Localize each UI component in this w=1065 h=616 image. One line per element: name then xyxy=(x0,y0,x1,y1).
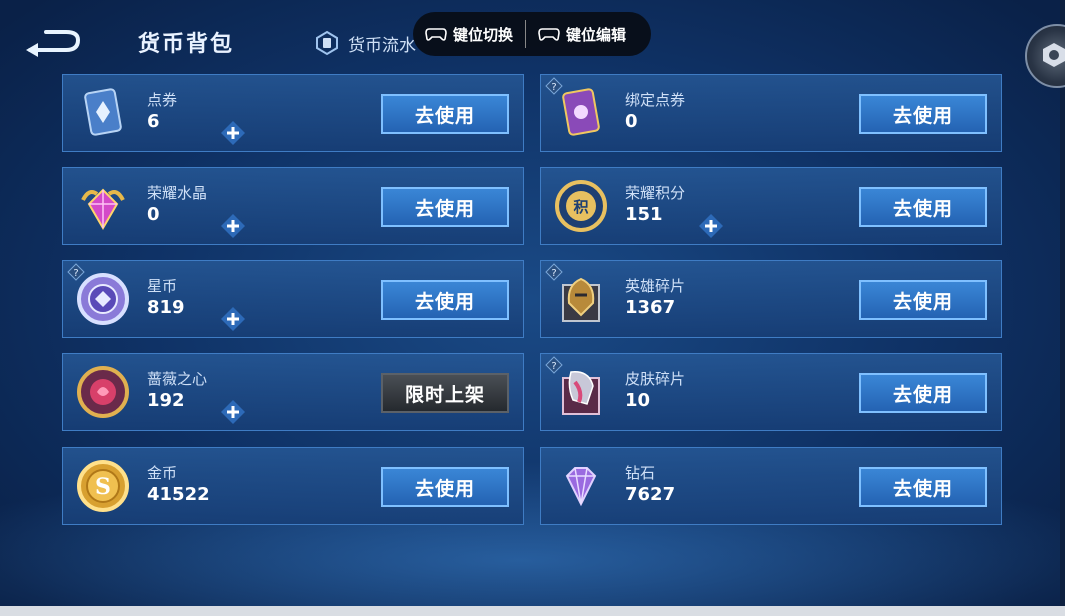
currency-name: 钻石 xyxy=(625,464,656,482)
currency-card-diamond: 钻石 7627 去使用 xyxy=(540,447,1002,525)
plus-icon[interactable] xyxy=(698,213,724,239)
gamepad-icon xyxy=(425,28,447,41)
currency-card-skin-shard: ? 皮肤碎片 10 去使用 xyxy=(540,353,1002,431)
use-button[interactable]: 去使用 xyxy=(859,187,987,227)
crystal-icon xyxy=(81,188,125,230)
keymap-switch-label: 键位切换 xyxy=(453,25,514,44)
svg-text:积: 积 xyxy=(573,198,588,216)
plus-icon[interactable] xyxy=(220,399,246,425)
use-button[interactable]: 去使用 xyxy=(381,187,509,227)
right-edge xyxy=(1060,0,1065,606)
hexagon-icon xyxy=(1043,43,1065,67)
currency-card-glory-crystal: 荣耀水晶 0 去使用 xyxy=(62,167,524,245)
currency-name: 荣耀积分 xyxy=(625,184,686,202)
back-arrow-icon xyxy=(26,30,81,57)
currency-name: 绑定点券 xyxy=(625,91,686,109)
currency-name: 点券 xyxy=(147,91,178,109)
use-button[interactable]: 去使用 xyxy=(859,280,987,320)
currency-value: 0 xyxy=(625,111,638,132)
coupon-icon xyxy=(84,88,122,136)
use-button[interactable]: 去使用 xyxy=(381,280,509,320)
currency-value: 1367 xyxy=(625,297,676,318)
currency-card-bound-coupon: ? 绑定点券 0 去使用 xyxy=(540,74,1002,152)
keymap-edit-button[interactable]: 键位编辑 xyxy=(526,12,638,56)
currency-value: 819 xyxy=(147,297,185,318)
currency-card-coupon: 点券 6 去使用 xyxy=(62,74,524,152)
currency-value: 6 xyxy=(147,111,160,132)
currency-value: 0 xyxy=(147,204,160,225)
use-button[interactable]: 去使用 xyxy=(381,94,509,134)
currency-name: 星币 xyxy=(147,277,178,295)
plus-icon[interactable] xyxy=(220,120,246,146)
use-button[interactable]: 去使用 xyxy=(859,373,987,413)
rose-heart-icon xyxy=(77,366,129,418)
tab-currency-flow[interactable]: 货币流水 xyxy=(314,26,416,60)
keymap-switch-button[interactable]: 键位切换 xyxy=(413,12,525,56)
currency-card-hero-shard: ? 英雄碎片 1367 去使用 xyxy=(540,260,1002,338)
bound-coupon-icon xyxy=(562,88,600,136)
glory-points-icon: 积 xyxy=(555,180,607,232)
keymap-edit-label: 键位编辑 xyxy=(566,25,627,44)
currency-name: 英雄碎片 xyxy=(625,277,686,295)
back-button[interactable] xyxy=(22,26,84,58)
use-button[interactable]: 去使用 xyxy=(859,94,987,134)
gold-coin-icon: S xyxy=(77,460,129,512)
use-button[interactable]: 去使用 xyxy=(381,467,509,507)
currency-card-glory-points: 积 荣耀积分 151 去使用 xyxy=(540,167,1002,245)
skin-shard-icon xyxy=(562,371,600,415)
currency-name: 荣耀水晶 xyxy=(147,184,208,202)
page-title: 货币背包 xyxy=(138,32,235,57)
diamond-icon xyxy=(565,467,597,507)
currency-card-rose-heart: 蔷薇之心 192 限时上架 xyxy=(62,353,524,431)
use-button[interactable]: 去使用 xyxy=(859,467,987,507)
limited-time-button[interactable]: 限时上架 xyxy=(381,373,509,413)
hero-shard-icon xyxy=(562,277,600,322)
currency-name: 皮肤碎片 xyxy=(625,370,686,388)
currency-value: 41522 xyxy=(147,484,210,505)
ticket-flow-icon xyxy=(316,30,338,56)
gamepad-icon xyxy=(538,28,560,41)
keymap-overlay: 键位切换 键位编辑 xyxy=(413,12,651,56)
tab-label: 货币流水 xyxy=(348,35,416,56)
currency-value: 151 xyxy=(625,204,663,225)
bottom-strip xyxy=(0,606,1065,616)
currency-card-gold-coin: S 金币 41522 去使用 xyxy=(62,447,524,525)
currency-value: 192 xyxy=(147,390,185,411)
plus-icon[interactable] xyxy=(220,213,246,239)
currency-name: 金币 xyxy=(147,464,178,482)
currency-value: 10 xyxy=(625,390,651,411)
plus-icon[interactable] xyxy=(220,306,246,332)
star-coin-icon xyxy=(77,273,129,325)
currency-card-star-coin: ? 星币 819 去使用 xyxy=(62,260,524,338)
currency-name: 蔷薇之心 xyxy=(147,370,208,388)
svg-text:S: S xyxy=(95,474,111,500)
currency-value: 7627 xyxy=(625,484,676,505)
